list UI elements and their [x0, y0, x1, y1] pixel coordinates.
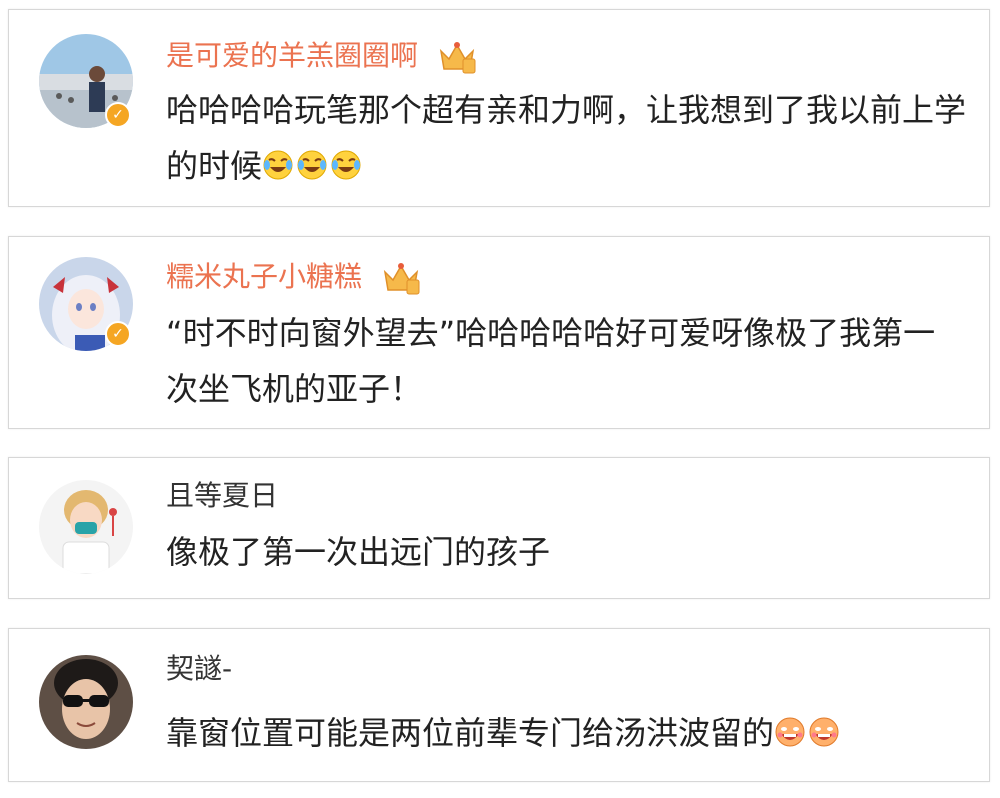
laugh-cry-emoji-icon	[297, 150, 327, 180]
comment-text: 像极了第一次出远门的孩子	[166, 533, 551, 571]
crown-icon	[439, 42, 476, 74]
comment-text: 哈哈哈哈玩笔那个超有亲和力啊，让我想到了我以前上学的时候	[166, 91, 967, 185]
comment-card: ✓ 糯米丸子小糖糕 “时不时向窗外望去”哈哈哈哈哈好可爱呀像极了我第一次坐飞机的…	[8, 236, 990, 429]
username[interactable]: 是可爱的羊羔圈圈啊	[166, 38, 477, 75]
comment-text: 靠窗位置可能是两位前辈专门给汤洪波留的	[166, 705, 966, 761]
avatar[interactable]	[39, 480, 133, 574]
grin-emoji-icon	[775, 717, 805, 747]
laugh-cry-emoji-icon	[263, 150, 293, 180]
username[interactable]: 糯米丸子小糖糕	[166, 259, 421, 296]
username[interactable]: 且等夏日	[166, 478, 278, 514]
comment-card: 且等夏日 像极了第一次出远门的孩子	[8, 457, 990, 599]
verified-badge-icon: ✓	[105, 321, 131, 347]
comment-card: ✓ 是可爱的羊羔圈圈啊 哈哈哈哈玩笔那个超有亲和力啊，让我想到了我以前上学的时候	[8, 9, 990, 207]
grin-emoji-icon	[809, 717, 839, 747]
comment-card: 契譢- 靠窗位置可能是两位前辈专门给汤洪波留的	[8, 628, 990, 782]
crown-icon	[383, 263, 420, 295]
laugh-cry-emoji-icon	[331, 150, 361, 180]
comment-text: “时不时向窗外望去”哈哈哈哈哈好可爱呀像极了我第一次坐飞机的亚子！	[166, 314, 936, 408]
avatar[interactable]	[39, 655, 133, 749]
verified-badge-icon: ✓	[105, 102, 131, 128]
username[interactable]: 契譢-	[166, 651, 232, 687]
